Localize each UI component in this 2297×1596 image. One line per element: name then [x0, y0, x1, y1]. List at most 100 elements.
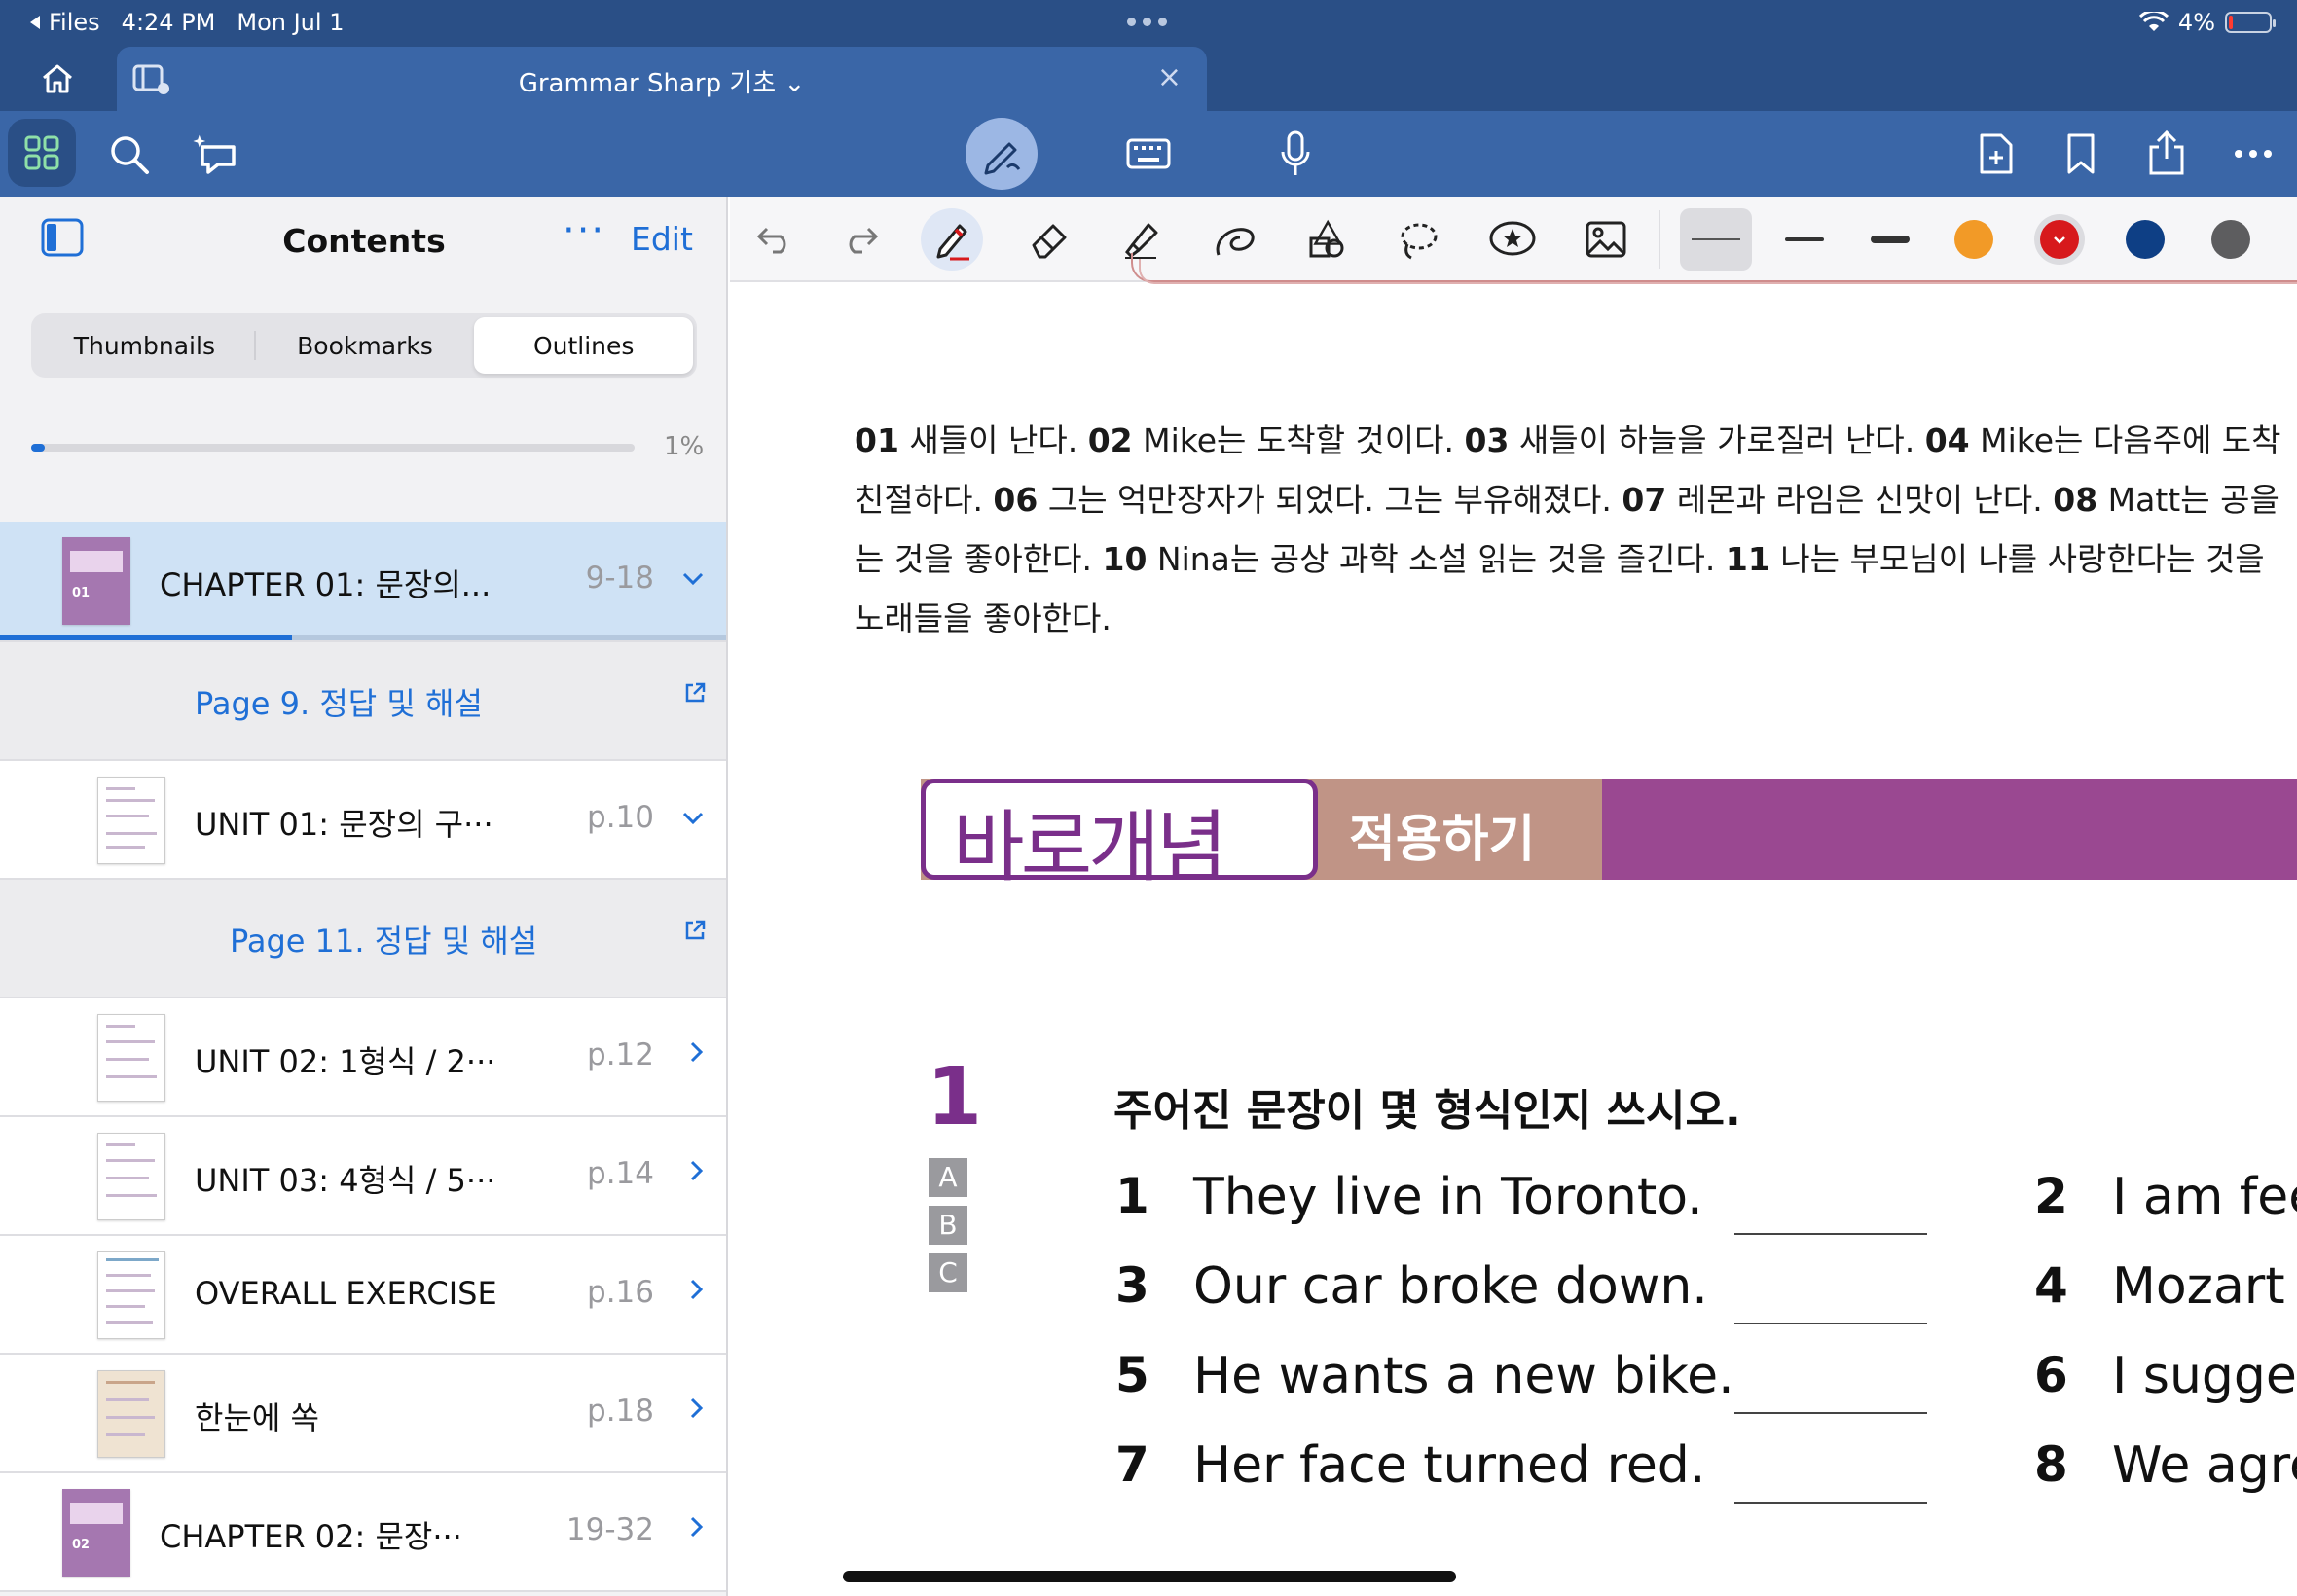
document-tab[interactable]: Grammar Sharp 기초 ⌄ × [117, 47, 1207, 111]
chevron-right-icon[interactable] [689, 1275, 705, 1309]
outline-item-unit-01[interactable]: UNIT 01: 문장의 구··· p.10 [0, 761, 726, 880]
outline-link-page-9[interactable]: Page 9. 정답 및 해설 [0, 642, 726, 761]
home-indicator[interactable] [843, 1571, 1456, 1582]
answer-number: 02 [1087, 421, 1133, 459]
pen-mode-icon[interactable] [966, 118, 1038, 190]
status-time: 4:24 PM [121, 9, 216, 36]
chapter-thumbnail: 01 [62, 537, 130, 625]
tab-bookmarks[interactable]: Bookmarks [256, 317, 475, 374]
item-number: 5 [1115, 1347, 1149, 1403]
grid-icon[interactable] [8, 119, 76, 187]
item-sentence: He wants a new bike. [1193, 1347, 1734, 1405]
more-icon[interactable] [2229, 132, 2278, 175]
bookmark-icon[interactable] [2060, 127, 2102, 181]
external-link-icon[interactable] [683, 919, 707, 946]
keyboard-icon[interactable] [1121, 134, 1176, 173]
back-triangle-icon [30, 16, 40, 29]
question-number: 1 [927, 1051, 983, 1143]
chevron-down-icon[interactable] [681, 561, 705, 595]
status-date: Mon Jul 1 [237, 9, 345, 36]
reading-progress-label: 1% [664, 432, 705, 461]
document-title[interactable]: Grammar Sharp 기초 ⌄ [117, 63, 1207, 99]
answer-blank[interactable] [1734, 1502, 1927, 1504]
sidebar-title: Contents [282, 222, 446, 260]
outline-item-label: UNIT 02: 1형식 / 2··· [195, 1043, 496, 1080]
tab-thumbnails[interactable]: Thumbnails [35, 317, 254, 374]
item-number: 6 [2034, 1347, 2068, 1403]
question-instruction: 주어진 문장이 몇 형식인지 쓰시오. [1113, 1086, 1741, 1136]
difficulty-levels: A B C [929, 1158, 967, 1301]
answer-blank[interactable] [1734, 1412, 1927, 1414]
answer-text: 그는 억만장자가 되었다. 그는 부유해졌다. [1038, 481, 1622, 519]
ask-ai-icon[interactable] [189, 128, 243, 183]
banner-subtitle: 적용하기 [1349, 811, 1536, 869]
section-banner: 바로개념 적용하기 [921, 779, 2297, 892]
item-sentence: Our car broke down. [1193, 1257, 1708, 1316]
outline-item-page: p.18 [587, 1394, 654, 1429]
outline-item-page: p.16 [587, 1275, 654, 1310]
chevron-right-icon[interactable] [689, 1037, 705, 1071]
outline-link-page-11[interactable]: Page 11. 정답 및 해설 [0, 880, 726, 998]
answer-text: 새들이 난다. [898, 421, 1088, 459]
chapter-thumbnail: 02 [62, 1489, 130, 1577]
external-link-icon[interactable] [683, 681, 707, 708]
home-button[interactable] [29, 56, 86, 101]
pen-icon[interactable] [921, 208, 983, 271]
redo-icon[interactable] [829, 208, 892, 271]
tab-bar: Grammar Sharp 기초 ⌄ × [0, 47, 2297, 111]
outline-item-page: 9-18 [585, 561, 654, 596]
microphone-icon[interactable] [1273, 127, 1318, 181]
sidebar-more-icon[interactable]: ··· [563, 208, 605, 253]
item-sentence: They live in Toronto. [1193, 1168, 1703, 1226]
outline-item-overall-exercise[interactable]: OVERALL EXERCISE p.16 [0, 1236, 726, 1355]
search-icon[interactable] [105, 130, 154, 179]
answer-number: 01 [855, 421, 899, 459]
chevron-right-icon[interactable] [689, 1394, 705, 1428]
answer-blank[interactable] [1734, 1323, 1927, 1324]
outline-link-label[interactable]: Page 9. 정답 및 해설 [195, 679, 483, 724]
item-sentence: I am feel [2112, 1168, 2297, 1226]
outline-item-summary[interactable]: 한눈에 쏙 p.18 [0, 1355, 726, 1473]
back-to-files-button[interactable]: Files [29, 9, 100, 36]
chevron-down-icon[interactable] [681, 800, 705, 834]
outline-item-unit-02[interactable]: UNIT 02: 1형식 / 2··· p.12 [0, 998, 726, 1117]
battery-icon [2225, 12, 2276, 33]
eraser-icon[interactable] [1018, 208, 1080, 271]
page-thumbnail [97, 777, 165, 864]
answer-number: 06 [993, 481, 1039, 519]
page-thumbnail [97, 1014, 165, 1102]
chevron-right-icon[interactable] [689, 1512, 705, 1546]
answer-number: 08 [2053, 481, 2098, 519]
page-thumbnail [97, 1370, 165, 1458]
undo-icon[interactable] [744, 208, 806, 271]
answer-text: 레몬과 라임은 신맛이 난다. [1666, 481, 2054, 519]
level-badge: C [929, 1253, 967, 1292]
level-badge: B [929, 1206, 967, 1245]
page-thumbnail [97, 1251, 165, 1339]
outline-item-chapter-02[interactable]: 02 CHAPTER 02: 문장··· 19-32 [0, 1473, 726, 1592]
document-view[interactable]: 01 새들이 난다. 02 Mike는 도착할 것이다. 03 새들이 하늘을 … [730, 197, 2297, 1596]
share-icon[interactable] [2141, 125, 2192, 181]
outline-link-label[interactable]: Page 11. 정답 및 해설 [230, 917, 537, 961]
item-number: 1 [1115, 1168, 1149, 1224]
multitasking-dots-icon[interactable] [1127, 18, 1167, 26]
edit-button[interactable]: Edit [631, 220, 693, 258]
item-sentence: We agre [2112, 1436, 2297, 1495]
tab-outlines[interactable]: Outlines [474, 317, 694, 374]
outline-item-page: p.10 [587, 800, 654, 835]
chevron-right-icon[interactable] [689, 1156, 705, 1190]
answer-blank[interactable] [1734, 1233, 1927, 1235]
outline-item-chapter-01[interactable]: 01 CHAPTER 01: 문장의... 9-18 [0, 522, 726, 642]
outline-item-label: OVERALL EXERCISE [195, 1275, 497, 1312]
close-tab-icon[interactable]: × [1157, 60, 1182, 94]
sidebar-header: Contents ··· Edit [0, 197, 726, 284]
answer-number: 03 [1464, 421, 1510, 459]
outline-item-unit-03[interactable]: UNIT 03: 4형식 / 5··· p.14 [0, 1117, 726, 1236]
answer-number: 04 [1924, 421, 1970, 459]
item-number: 8 [2034, 1436, 2068, 1493]
page-thumbnail [97, 1133, 165, 1220]
status-bar: Files 4:24 PM Mon Jul 1 4% [0, 0, 2297, 47]
add-page-icon[interactable] [1972, 127, 2021, 181]
outline-item-page: p.14 [587, 1156, 654, 1191]
outline-item-label: CHAPTER 01: 문장의... [160, 566, 492, 603]
